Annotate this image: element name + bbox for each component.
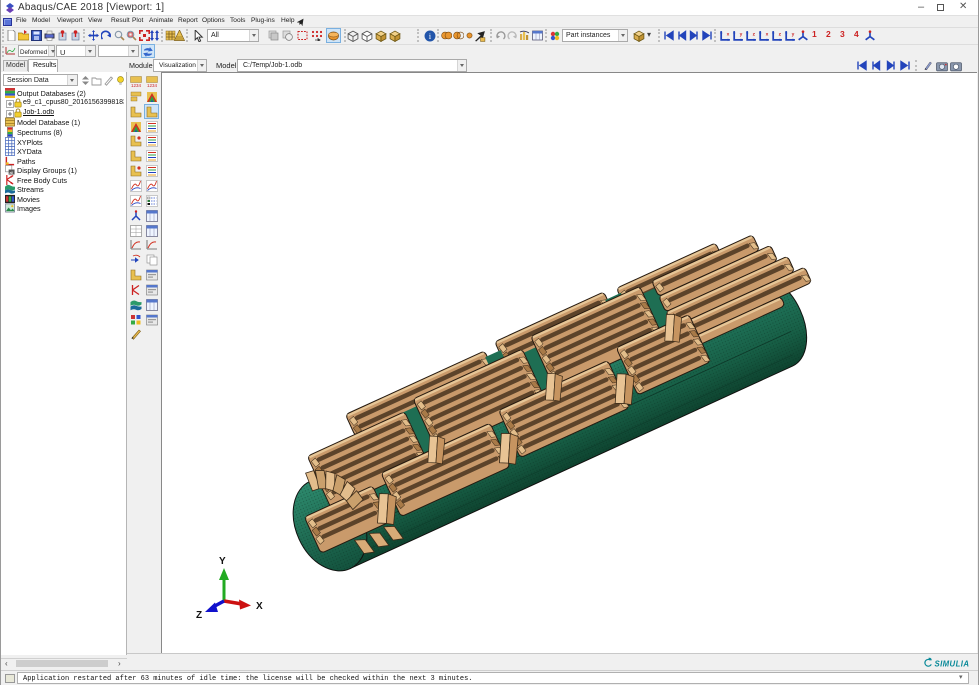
svg-text:z: z <box>753 32 756 37</box>
svg-text:x: x <box>766 32 769 37</box>
svg-text:Y: Y <box>219 556 226 567</box>
svg-text:SIMULIA: SIMULIA <box>935 660 970 669</box>
svg-text:y: y <box>792 32 795 37</box>
svg-text:1234: 1234 <box>131 83 142 88</box>
svg-text:y: y <box>740 32 743 37</box>
svg-text:1234: 1234 <box>147 83 158 88</box>
svg-text:Z: Z <box>196 610 202 621</box>
svg-text:z: z <box>779 32 782 37</box>
svg-text:x: x <box>727 32 730 37</box>
svg-text:X: X <box>256 601 263 612</box>
